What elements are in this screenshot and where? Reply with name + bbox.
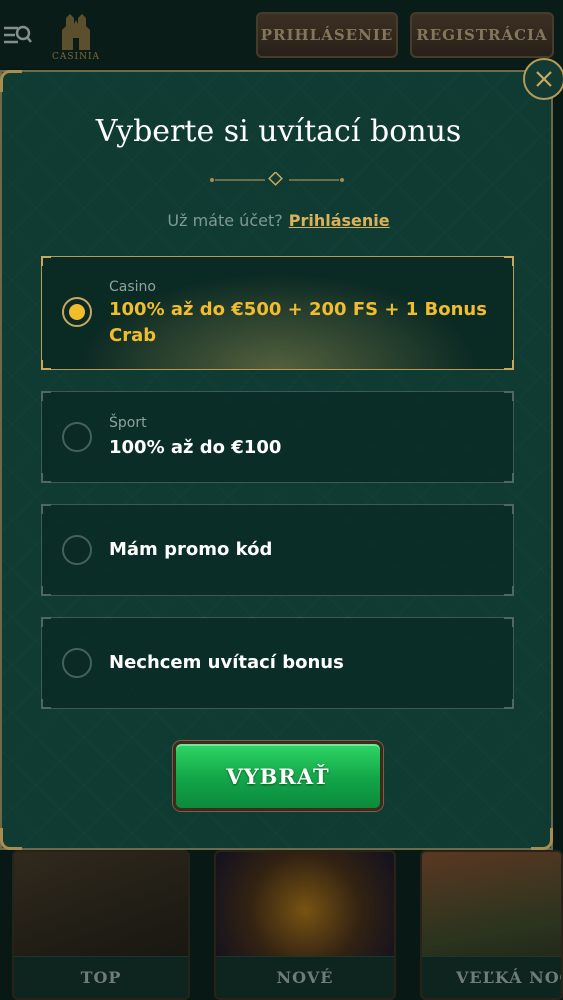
option-text: Nechcem uvítací bonus bbox=[109, 652, 344, 673]
option-corner bbox=[504, 360, 514, 370]
option-corner bbox=[41, 617, 51, 627]
option-corner bbox=[41, 391, 51, 401]
corner-ornament bbox=[0, 828, 22, 850]
option-text: 100% až do €100 bbox=[109, 437, 282, 458]
bonus-option-casino[interactable]: Casino 100% až do €500 + 200 FS + 1 Bonu… bbox=[41, 256, 514, 370]
option-text: 100% až do €500 + 200 FS + 1 Bonus Crab bbox=[109, 299, 487, 346]
option-corner bbox=[504, 504, 514, 514]
bonus-option-sport[interactable]: Šport 100% až do €100 bbox=[41, 391, 514, 483]
close-button[interactable] bbox=[523, 58, 563, 100]
option-corner bbox=[41, 586, 51, 596]
radio-icon[interactable] bbox=[62, 648, 92, 678]
option-corner bbox=[504, 617, 514, 627]
radio-icon-selected[interactable] bbox=[62, 297, 92, 327]
corner-ornament bbox=[531, 828, 553, 850]
modal-title: Vyberte si uvítací bonus bbox=[95, 114, 462, 149]
option-corner bbox=[41, 473, 51, 483]
option-corner bbox=[504, 391, 514, 401]
option-corner bbox=[41, 504, 51, 514]
option-corner bbox=[41, 360, 51, 370]
option-corner bbox=[504, 473, 514, 483]
option-corner bbox=[504, 586, 514, 596]
choose-button[interactable]: VYBRAŤ bbox=[173, 741, 383, 811]
option-category: Šport bbox=[109, 415, 147, 431]
close-icon bbox=[536, 71, 552, 87]
option-text: Mám promo kód bbox=[109, 539, 273, 560]
welcome-bonus-modal: Vyberte si uvítací bonus Už máte účet? Pr… bbox=[0, 70, 553, 850]
option-corner bbox=[41, 699, 51, 709]
bonus-option-promo-code[interactable]: Mám promo kód bbox=[41, 504, 514, 596]
option-corner bbox=[504, 256, 514, 266]
account-question: Už máte účet? bbox=[167, 211, 283, 230]
login-link[interactable]: Prihlásenie bbox=[289, 211, 390, 230]
option-corner bbox=[504, 699, 514, 709]
radio-icon[interactable] bbox=[62, 535, 92, 565]
radio-icon[interactable] bbox=[62, 422, 92, 452]
option-category: Casino bbox=[109, 279, 156, 295]
corner-ornament bbox=[0, 70, 22, 92]
ornament-divider-icon bbox=[210, 172, 344, 186]
account-line: Už máte účet? Prihlásenie bbox=[2, 211, 555, 230]
bonus-option-no-bonus[interactable]: Nechcem uvítací bonus bbox=[41, 617, 514, 709]
option-corner bbox=[41, 256, 51, 266]
